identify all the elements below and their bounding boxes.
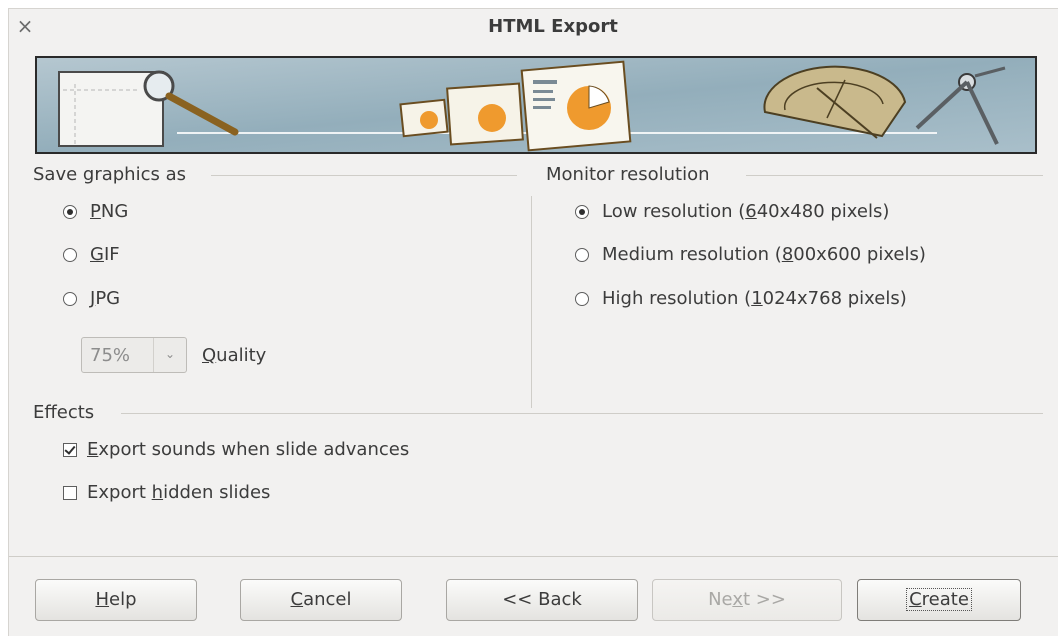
dialog-title: HTML Export	[488, 16, 618, 37]
quality-value: 75%	[90, 345, 131, 366]
monitor-resolution-heading: Monitor resolution	[546, 164, 710, 185]
radio-medium-resolution-label: Medium resolution (800x600 pixels)	[602, 244, 926, 265]
back-button[interactable]: << Back	[446, 579, 638, 621]
radio-low-resolution-label: Low resolution (640x480 pixels)	[602, 201, 890, 222]
radio-png[interactable]: PNG	[63, 201, 128, 222]
radio-high-resolution[interactable]: High resolution (1024x768 pixels)	[575, 288, 907, 309]
radio-jpg[interactable]: JPG	[63, 288, 120, 309]
radio-high-resolution-indicator[interactable]	[575, 291, 589, 306]
button-bar-separator	[9, 556, 1058, 557]
radio-low-resolution-indicator[interactable]	[575, 204, 589, 219]
save-graphics-heading: Save graphics as	[33, 164, 186, 185]
radio-png-indicator[interactable]	[63, 204, 77, 219]
checkbox-export-sounds-box[interactable]	[63, 442, 77, 457]
monitor-resolution-separator	[746, 175, 1043, 176]
group-divider	[531, 196, 532, 408]
quality-label: Quality	[202, 345, 267, 366]
create-button-focus: Create	[906, 588, 972, 611]
title-bar: × HTML Export	[9, 9, 1058, 45]
radio-high-resolution-label: High resolution (1024x768 pixels)	[602, 288, 907, 309]
radio-gif[interactable]: GIF	[63, 244, 120, 265]
next-button[interactable]: Next >>	[652, 579, 842, 621]
radio-png-label: PNG	[90, 201, 129, 222]
quality-combobox[interactable]: 75% ⌄	[81, 337, 187, 373]
banner-illustration	[37, 58, 1035, 152]
radio-jpg-indicator[interactable]	[63, 291, 77, 306]
radio-low-resolution[interactable]: Low resolution (640x480 pixels)	[575, 201, 889, 222]
radio-gif-indicator[interactable]	[63, 247, 77, 262]
wizard-banner	[35, 56, 1037, 154]
chevron-down-icon[interactable]: ⌄	[153, 338, 186, 372]
checkbox-export-sounds-label: Export sounds when slide advances	[87, 439, 410, 460]
effects-heading: Effects	[33, 402, 95, 423]
cancel-button[interactable]: Cancel	[240, 579, 402, 621]
checkbox-export-sounds[interactable]: Export sounds when slide advances	[63, 439, 409, 460]
checkbox-export-hidden-slides-box[interactable]	[63, 485, 77, 500]
help-button[interactable]: Help	[35, 579, 197, 621]
radio-gif-label: GIF	[90, 244, 120, 265]
radio-jpg-label: JPG	[90, 288, 121, 309]
checkbox-export-hidden-slides-label: Export hidden slides	[87, 482, 271, 503]
create-button[interactable]: Create	[857, 579, 1021, 621]
radio-medium-resolution-indicator[interactable]	[575, 247, 589, 262]
radio-medium-resolution[interactable]: Medium resolution (800x600 pixels)	[575, 244, 926, 265]
checkbox-export-hidden-slides[interactable]: Export hidden slides	[63, 482, 270, 503]
effects-separator	[121, 413, 1043, 414]
html-export-dialog: × HTML Export Save graphics as PNG GIF J…	[8, 8, 1058, 636]
save-graphics-separator	[211, 175, 517, 176]
